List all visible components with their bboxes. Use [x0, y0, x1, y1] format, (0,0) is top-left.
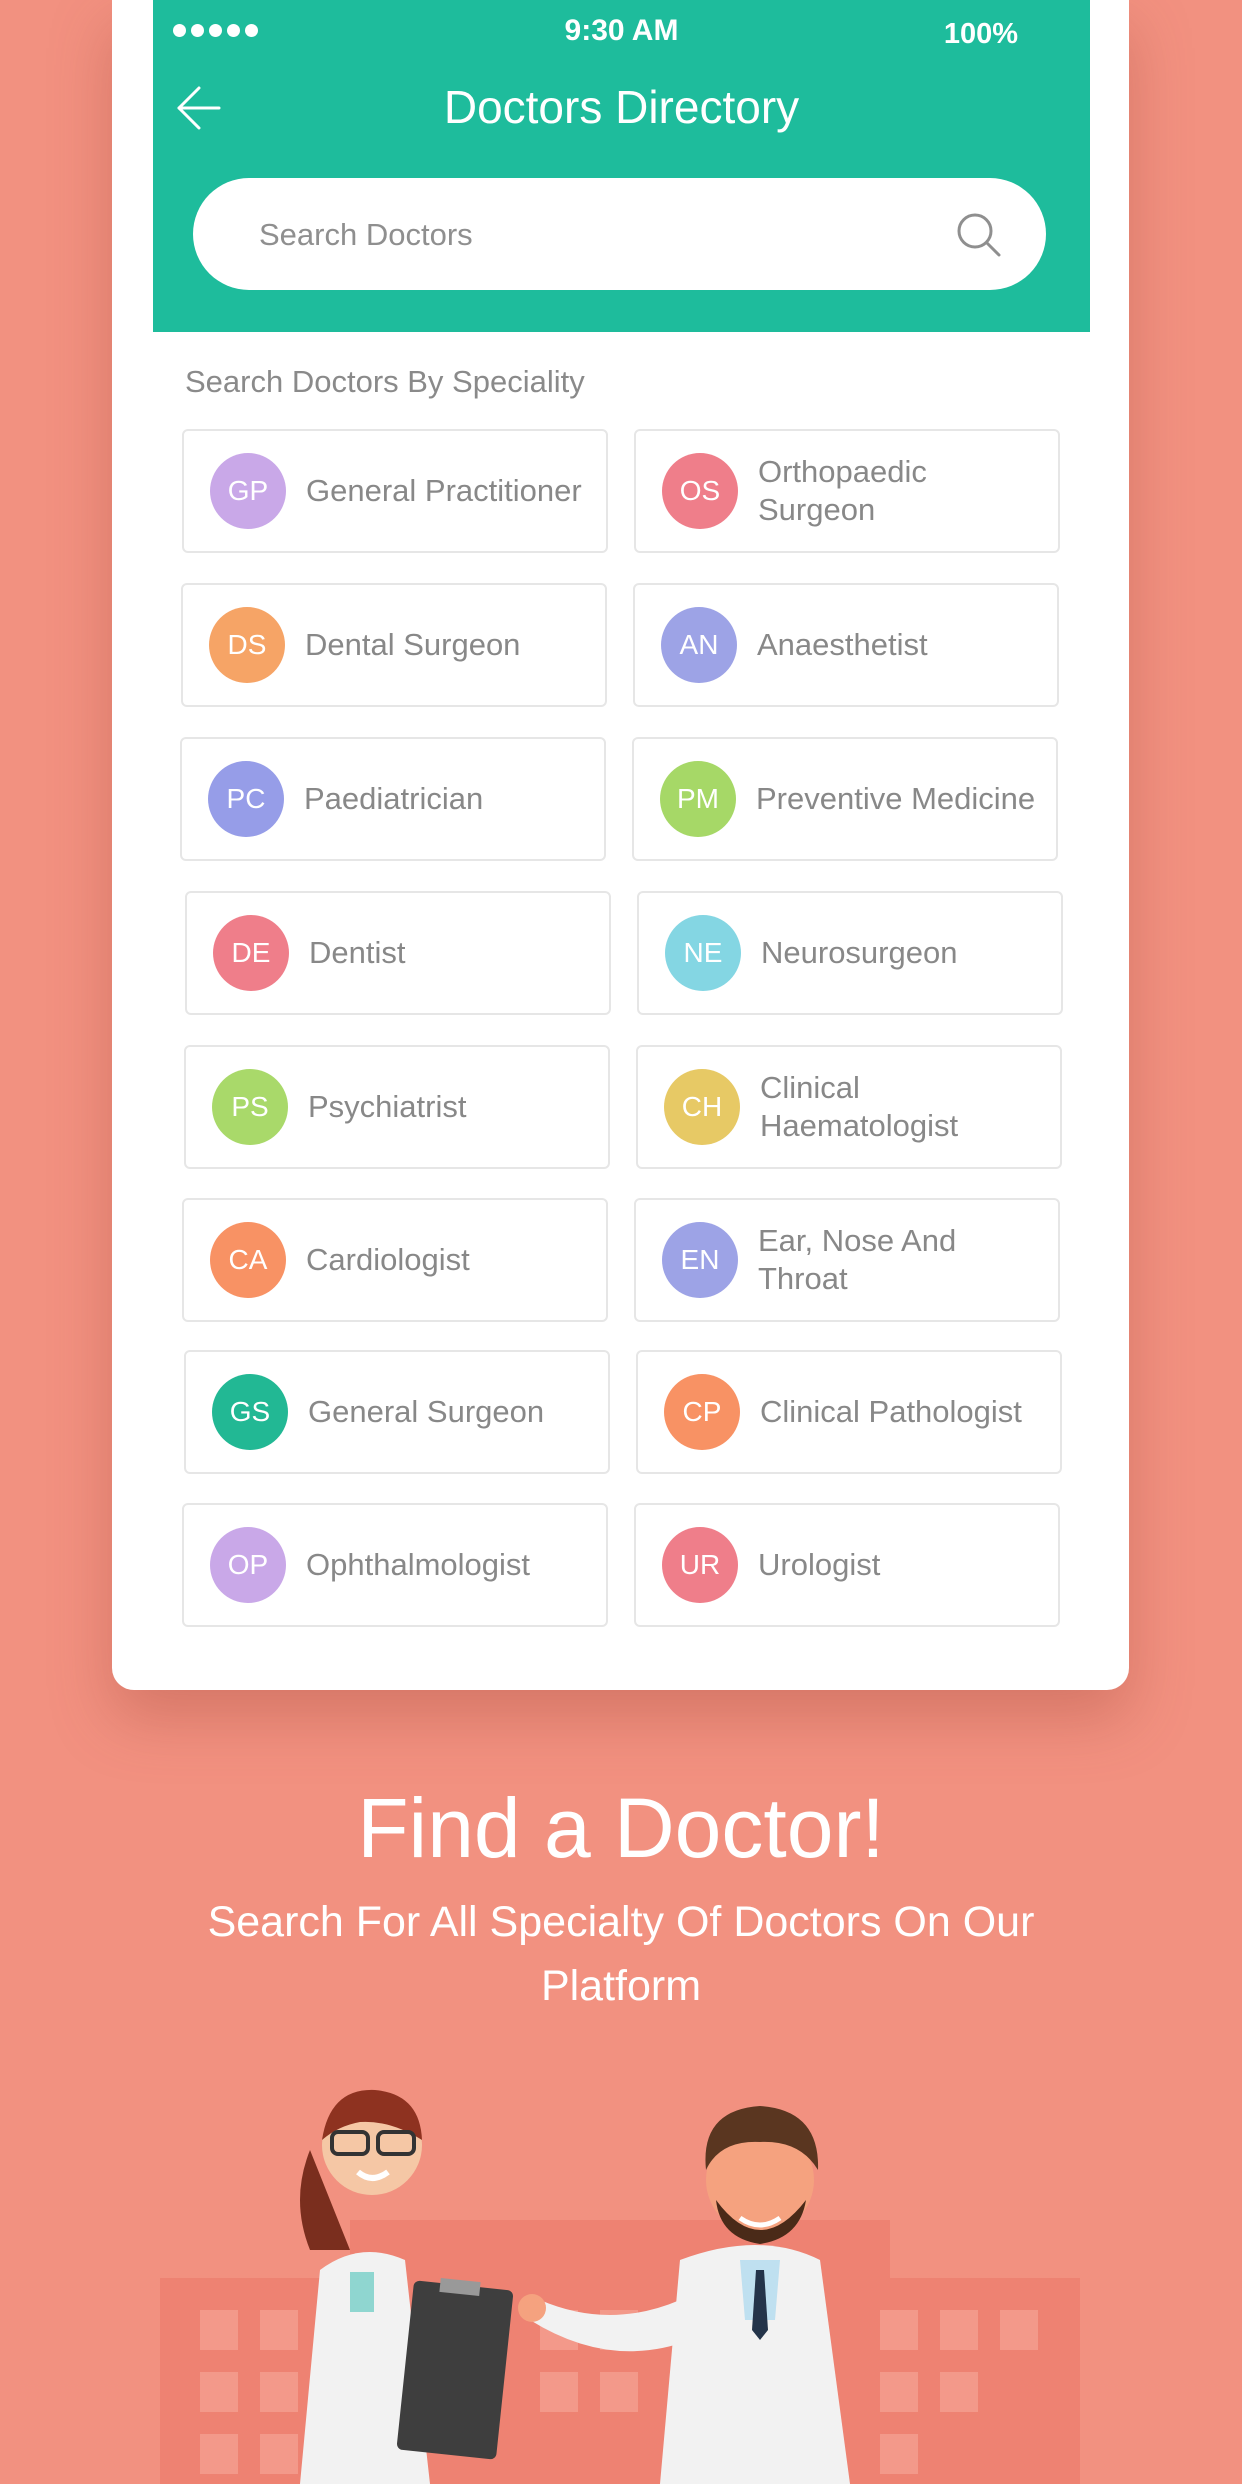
speciality-label: Urologist: [758, 1547, 881, 1582]
speciality-chip[interactable]: CP Clinical Pathologist: [636, 1350, 1062, 1474]
search-icon[interactable]: [956, 212, 1002, 258]
speciality-label: Neurosurgeon: [761, 935, 958, 970]
speciality-badge: CP: [664, 1374, 740, 1450]
speciality-chip[interactable]: EN Ear, Nose And Throat: [634, 1198, 1060, 1322]
app-header: 9:30 AM 100% Doctors Directory: [153, 0, 1090, 332]
speciality-chip[interactable]: GP General Practitioner: [182, 429, 608, 553]
speciality-label: Clinical Haematologist: [760, 1070, 959, 1143]
speciality-label: Psychiatrist: [308, 1089, 467, 1124]
speciality-label: Cardiologist: [306, 1242, 470, 1277]
speciality-badge: DE: [213, 915, 289, 991]
speciality-badge: PS: [212, 1069, 288, 1145]
speciality-badge: OP: [210, 1527, 286, 1603]
speciality-label: Clinical Pathologist: [760, 1394, 1022, 1429]
speciality-label: Dental Surgeon: [305, 627, 521, 662]
speciality-chip[interactable]: AN Anaesthetist: [633, 583, 1059, 707]
speciality-label: Ear, Nose And Throat: [758, 1223, 957, 1296]
speciality-label: Dentist: [309, 935, 406, 970]
speciality-chip[interactable]: DS Dental Surgeon: [181, 583, 607, 707]
speciality-chip[interactable]: OP Ophthalmologist: [182, 1503, 608, 1627]
speciality-label: General Practitioner: [306, 473, 582, 508]
speciality-badge: GS: [212, 1374, 288, 1450]
promo-subline: Search For All Specialty Of Doctors On O…: [207, 1898, 1035, 2010]
status-bar: 9:30 AM 100%: [153, 0, 1090, 66]
speciality-chip[interactable]: PM Preventive Medicine: [632, 737, 1058, 861]
speciality-badge: NE: [665, 915, 741, 991]
speciality-chip[interactable]: UR Urologist: [634, 1503, 1060, 1627]
battery-level: 100%: [943, 18, 1018, 50]
speciality-label: General Surgeon: [308, 1394, 545, 1429]
search-input[interactable]: [257, 178, 921, 292]
speciality-section-title: Search Doctors By Speciality: [185, 364, 585, 399]
speciality-badge: PC: [208, 761, 284, 837]
speciality-chip[interactable]: PS Psychiatrist: [184, 1045, 610, 1169]
speciality-chip[interactable]: PC Paediatrician: [180, 737, 606, 861]
two-doctors-hospital-illustration: [160, 2089, 1080, 2484]
speciality-chip[interactable]: GS General Surgeon: [184, 1350, 610, 1474]
speciality-chip[interactable]: DE Dentist: [185, 891, 611, 1015]
speciality-badge: OS: [662, 453, 738, 529]
speciality-label: Orthopaedic Surgeon: [758, 454, 927, 527]
speciality-chip[interactable]: CH Clinical Haematologist: [636, 1045, 1062, 1169]
speciality-badge: AN: [661, 607, 737, 683]
page-title: Doctors Directory: [443, 81, 800, 133]
speciality-label: Preventive Medicine: [756, 781, 1036, 816]
speciality-chip[interactable]: OS Orthopaedic Surgeon: [634, 429, 1060, 553]
speciality-label: Paediatrician: [304, 781, 484, 816]
speciality-badge: DS: [209, 607, 285, 683]
speciality-badge: PM: [660, 761, 736, 837]
search-bar[interactable]: [193, 178, 1046, 292]
promo-headline: Find a Doctor!: [357, 1781, 885, 1875]
speciality-badge: CH: [664, 1069, 740, 1145]
speciality-badge: EN: [662, 1222, 738, 1298]
speciality-chip[interactable]: NE Neurosurgeon: [637, 891, 1063, 1015]
speciality-badge: GP: [210, 453, 286, 529]
speciality-badge: CA: [210, 1222, 286, 1298]
speciality-badge: UR: [662, 1527, 738, 1603]
speciality-chip[interactable]: CA Cardiologist: [182, 1198, 608, 1322]
speciality-label: Anaesthetist: [757, 627, 928, 662]
speciality-label: Ophthalmologist: [306, 1547, 531, 1582]
